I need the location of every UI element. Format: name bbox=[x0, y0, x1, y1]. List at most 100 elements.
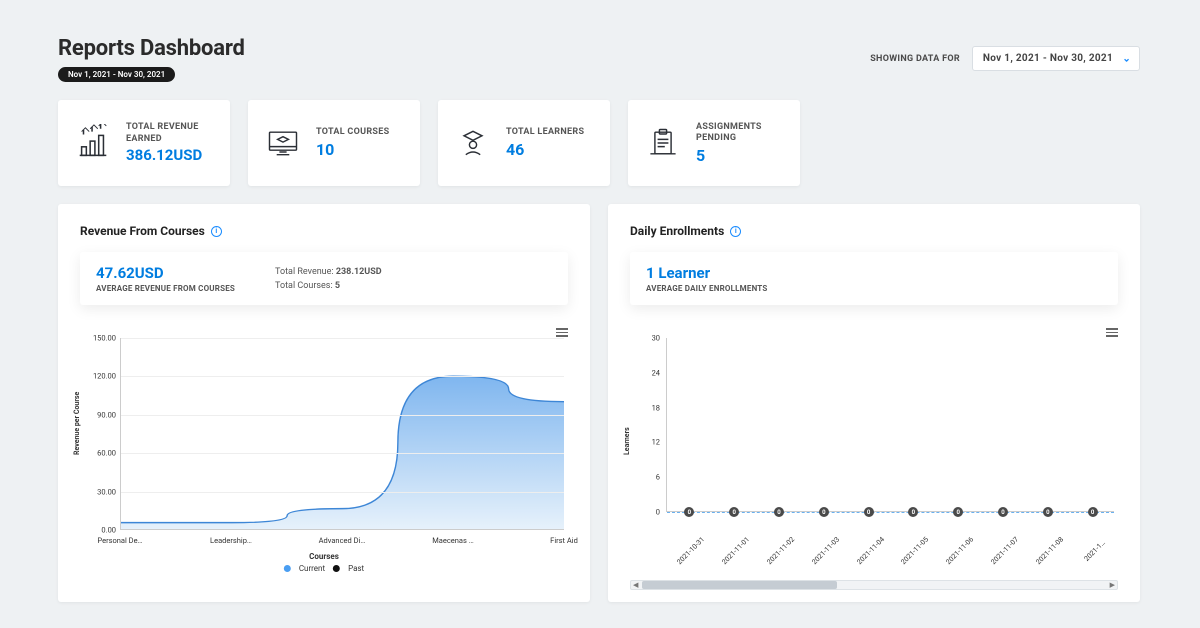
x-tick: 2021-11-07 bbox=[990, 536, 1021, 567]
stat-cards: TOTAL REVENUE EARNED 386.12USD TOTAL COU… bbox=[58, 100, 1140, 186]
y-tick: 0.00 bbox=[88, 526, 116, 535]
enroll-chart: Learners 0612182430 0000000000 2021-10-3… bbox=[630, 326, 1118, 584]
revenue-y-axis-label: Revenue per Course bbox=[73, 392, 81, 455]
enroll-scrollbar[interactable]: ◀ ▶ bbox=[630, 580, 1118, 590]
title-block: Reports Dashboard Nov 1, 2021 - Nov 30, … bbox=[58, 36, 245, 82]
revenue-summary: 47.62USD AVERAGE REVENUE FROM COURSES To… bbox=[80, 252, 568, 305]
revenue-chart: Revenue per Course 0.0030.0060.0090.0012… bbox=[80, 326, 568, 584]
stat-label: TOTAL REVENUE EARNED bbox=[126, 122, 214, 145]
enroll-point: 0 bbox=[1043, 507, 1053, 517]
y-tick: 12 bbox=[638, 438, 660, 447]
x-tick: Leadership… bbox=[210, 536, 252, 545]
revenue-x-axis-label: Courses bbox=[309, 552, 339, 561]
x-tick: 2021-11-01 bbox=[721, 536, 752, 567]
date-pill: Nov 1, 2021 - Nov 30, 2021 bbox=[58, 67, 175, 82]
y-tick: 0 bbox=[638, 508, 660, 517]
avg-revenue-label: AVERAGE REVENUE FROM COURSES bbox=[96, 284, 235, 293]
y-tick: 18 bbox=[638, 403, 660, 412]
panel-title-text: Daily Enrollments bbox=[630, 224, 724, 238]
info-icon[interactable]: i bbox=[730, 226, 741, 237]
stat-label: ASSIGNMENTS PENDING bbox=[696, 122, 784, 145]
scroll-left-icon[interactable]: ◀ bbox=[631, 581, 640, 589]
stat-card-revenue: TOTAL REVENUE EARNED 386.12USD bbox=[58, 100, 230, 186]
x-tick: 2021-1… bbox=[1082, 539, 1106, 563]
enroll-point: 0 bbox=[908, 507, 918, 517]
y-tick: 120.00 bbox=[88, 372, 116, 381]
enrollments-panel: Daily Enrollments i 1 Learner AVERAGE DA… bbox=[608, 204, 1140, 602]
enroll-point: 0 bbox=[953, 507, 963, 517]
date-range-select[interactable]: Nov 1, 2021 - Nov 30, 2021 ⌄ bbox=[972, 46, 1140, 71]
x-tick: 2021-11-02 bbox=[766, 536, 797, 567]
legend-past: Past bbox=[348, 564, 364, 573]
stat-card-assignments: ASSIGNMENTS PENDING 5 bbox=[628, 100, 800, 186]
date-range-value: Nov 1, 2021 - Nov 30, 2021 bbox=[983, 53, 1113, 64]
revenue-area-svg bbox=[121, 338, 564, 529]
chevron-down-icon: ⌄ bbox=[1122, 53, 1131, 64]
legend-dot-past bbox=[333, 565, 340, 572]
enroll-point: 0 bbox=[819, 507, 829, 517]
revenue-plot-area bbox=[120, 338, 564, 530]
enrollments-panel-title: Daily Enrollments i bbox=[630, 224, 1118, 238]
header-row: Reports Dashboard Nov 1, 2021 - Nov 30, … bbox=[58, 36, 1140, 82]
x-tick: 2021-11-06 bbox=[945, 536, 976, 567]
student-icon bbox=[454, 124, 492, 162]
enroll-point: 0 bbox=[998, 507, 1008, 517]
stat-value: 10 bbox=[316, 141, 389, 159]
scroll-thumb[interactable] bbox=[642, 581, 836, 589]
date-range-control: SHOWING DATA FOR Nov 1, 2021 - Nov 30, 2… bbox=[870, 46, 1140, 71]
enroll-point: 0 bbox=[864, 507, 874, 517]
x-tick: 2021-11-08 bbox=[1034, 536, 1065, 567]
y-tick: 150.00 bbox=[88, 334, 116, 343]
stat-label: TOTAL COURSES bbox=[316, 127, 389, 139]
chart-menu-icon[interactable] bbox=[556, 326, 568, 339]
page-title: Reports Dashboard bbox=[58, 36, 245, 61]
total-courses-value: 5 bbox=[335, 281, 340, 291]
stat-value: 46 bbox=[506, 141, 584, 159]
monitor-grad-icon bbox=[264, 124, 302, 162]
x-tick: First Aid bbox=[550, 536, 578, 545]
total-revenue-value: 238.12USD bbox=[336, 267, 382, 277]
total-revenue-label: Total Revenue: bbox=[275, 267, 334, 277]
info-icon[interactable]: i bbox=[211, 226, 222, 237]
enroll-point: 0 bbox=[684, 507, 694, 517]
y-tick: 24 bbox=[638, 368, 660, 377]
y-tick: 6 bbox=[638, 473, 660, 482]
y-tick: 60.00 bbox=[88, 449, 116, 458]
stat-card-courses: TOTAL COURSES 10 bbox=[248, 100, 420, 186]
x-tick: Advanced Di… bbox=[319, 536, 366, 545]
revenue-panel-title: Revenue From Courses i bbox=[80, 224, 568, 238]
avg-enroll-label: AVERAGE DAILY ENROLLMENTS bbox=[646, 284, 768, 293]
x-tick: Maecenas … bbox=[432, 536, 473, 545]
scroll-right-icon[interactable]: ▶ bbox=[1108, 581, 1117, 589]
stat-value: 386.12USD bbox=[126, 147, 206, 164]
x-tick: Personal De… bbox=[97, 536, 142, 545]
enroll-y-axis-label: Learners bbox=[623, 427, 631, 455]
stat-value: 5 bbox=[696, 147, 784, 165]
legend-dot-current bbox=[284, 565, 291, 572]
stat-label: TOTAL LEARNERS bbox=[506, 127, 584, 139]
y-tick: 30.00 bbox=[88, 487, 116, 496]
y-tick: 90.00 bbox=[88, 410, 116, 419]
revenue-legend: Current Past bbox=[284, 564, 364, 573]
chart-menu-icon[interactable] bbox=[1106, 326, 1118, 339]
panels: Revenue From Courses i 47.62USD AVERAGE … bbox=[58, 204, 1140, 602]
x-tick: 2021-11-03 bbox=[810, 536, 841, 567]
enroll-plot-area: 0000000000 bbox=[666, 338, 1114, 512]
y-tick: 30 bbox=[638, 334, 660, 343]
avg-enroll-value: 1 Learner bbox=[646, 264, 768, 282]
stat-card-learners: TOTAL LEARNERS 46 bbox=[438, 100, 610, 186]
bars-growth-icon bbox=[74, 124, 112, 162]
doc-clip-icon bbox=[644, 124, 682, 162]
revenue-panel: Revenue From Courses i 47.62USD AVERAGE … bbox=[58, 204, 590, 602]
legend-current: Current bbox=[299, 564, 325, 573]
total-courses-label: Total Courses: bbox=[275, 281, 333, 291]
enroll-summary: 1 Learner AVERAGE DAILY ENROLLMENTS bbox=[630, 252, 1118, 305]
x-tick: 2021-11-05 bbox=[900, 536, 931, 567]
avg-revenue-value: 47.62USD bbox=[96, 264, 235, 282]
enroll-point: 0 bbox=[729, 507, 739, 517]
x-tick: 2021-11-04 bbox=[855, 536, 886, 567]
panel-title-text: Revenue From Courses bbox=[80, 224, 205, 238]
enroll-point: 0 bbox=[774, 507, 784, 517]
enroll-point: 0 bbox=[1088, 507, 1098, 517]
showing-label: SHOWING DATA FOR bbox=[870, 54, 960, 64]
